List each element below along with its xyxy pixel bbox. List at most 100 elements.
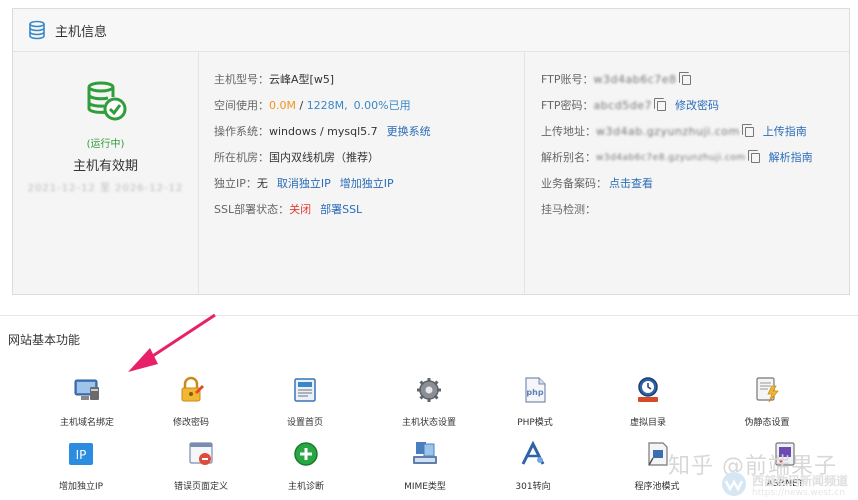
deploy-ssl-link[interactable]: 部署SSL (320, 197, 362, 223)
copy-icon[interactable] (678, 72, 691, 85)
resolve-guide-link[interactable]: 解析指南 (769, 145, 813, 171)
functions-title: 网站基本功能 (8, 333, 81, 347)
west-site-name: 西部数码新闻频道 (752, 474, 849, 488)
cancel-ip-link[interactable]: 取消独立IP (277, 171, 331, 197)
func-label: 主机诊断 (287, 482, 324, 492)
func-error-pages[interactable]: 错误页面定义 (151, 440, 251, 492)
ip-value: 无 (256, 177, 268, 190)
ftp-account-value: w3d4ab6c7e8 (593, 73, 677, 86)
server-running-icon (87, 81, 127, 121)
beian-label: 业务备案码： (541, 177, 607, 190)
os-row: 操作系统： windows / mysql5.7 更换系统 (214, 119, 524, 145)
ip-icon: IP (69, 443, 93, 465)
space-row: 空间使用： 0.0M / 1228M, 0.00%已用 (214, 93, 524, 119)
mime-icon (413, 442, 437, 464)
change-os-link[interactable]: 更换系统 (387, 119, 431, 145)
validity-label: 主机有效期 (72, 159, 138, 174)
copy-icon[interactable] (747, 150, 760, 163)
host-info-panel: 主机信息 (运行中) 主机有效期 2021-12-12 至 2026-12-12… (12, 8, 850, 295)
upload-address-row: 上传地址： w3d4ab.gzyunzhuji.com 上传指南 (541, 119, 852, 145)
func-php-mode[interactable]: php PHP模式 (485, 376, 585, 428)
model-row: 主机型号： 云峰A型[w5] (214, 67, 524, 93)
svg-text:php: php (526, 388, 543, 397)
homepage-doc-icon (294, 378, 316, 402)
func-change-password[interactable]: 修改密码 (141, 376, 241, 428)
trojan-label: 挂马检测： (541, 203, 596, 216)
func-label: 主机域名绑定 (59, 418, 114, 428)
func-label: 虚拟目录 (629, 418, 666, 428)
func-label: 设置首页 (286, 418, 323, 428)
password-lock-icon (181, 376, 204, 402)
trojan-row: 挂马检测： (541, 197, 852, 223)
west-logo-icon (722, 472, 746, 496)
ip-label: 独立IP： (214, 177, 257, 190)
func-redirect-301[interactable]: 301转向 (483, 440, 583, 492)
panel-header: 主机信息 (13, 9, 849, 52)
func-label: MIME类型 (404, 482, 446, 492)
func-set-homepage[interactable]: 设置首页 (255, 376, 355, 428)
space-separator: / (295, 99, 307, 112)
running-status: (运行中) (86, 139, 125, 150)
beian-row: 业务备案码： 点击查看 (541, 171, 852, 197)
upload-address-value: w3d4ab.gzyunzhuji.com (596, 125, 740, 138)
func-host-status[interactable]: 主机状态设置 (379, 376, 479, 428)
svg-text:IP: IP (76, 448, 87, 462)
add-ip-link[interactable]: 增加独立IP (340, 171, 394, 197)
model-value: 云峰A型[w5] (269, 73, 335, 86)
func-rewrite[interactable]: 伪静态设置 (717, 376, 817, 428)
alias-label: 解析别名： (541, 151, 596, 164)
ssl-label: SSL部署状态： (214, 203, 290, 216)
validity-range: 2021-12-12 至 2026-12-12 (27, 183, 184, 194)
upload-address-label: 上传地址： (541, 125, 596, 138)
func-label: 主机状态设置 (401, 418, 456, 428)
alias-row: 解析别名： w3d4ab6c7e8.gzyunzhuji.com 解析指南 (541, 145, 852, 171)
space-total: 1228M, (306, 99, 348, 112)
func-label: 程序池模式 (634, 482, 680, 492)
func-label: 伪静态设置 (744, 418, 790, 428)
func-label: 修改密码 (172, 418, 209, 428)
os-value: windows / mysql5.7 (269, 125, 378, 138)
ssl-status: 关闭 (289, 203, 312, 216)
space-percent: 0.00%已用 (353, 99, 411, 112)
ip-row: 独立IP： 无 取消独立IP 增加独立IP (214, 171, 524, 197)
error-page-icon (189, 442, 213, 465)
diagnose-plus-icon (294, 442, 318, 466)
copy-icon[interactable] (654, 98, 667, 111)
ftp-account-label: FTP账号： (541, 73, 594, 86)
rewrite-doc-icon (756, 377, 779, 403)
model-label: 主机型号： (214, 73, 269, 86)
ftp-password-label: FTP密码： (541, 99, 594, 112)
west-site-url: https://news.west.cn (752, 488, 846, 498)
change-password-link[interactable]: 修改密码 (675, 93, 719, 119)
domain-bind-icon (74, 379, 99, 400)
ftp-account-row: FTP账号： w3d4ab6c7e8 (541, 67, 852, 93)
func-label: 增加独立IP (58, 482, 104, 492)
section-divider (0, 315, 858, 316)
func-label: 301转向 (515, 482, 551, 492)
func-domain-bind[interactable]: 主机域名绑定 (37, 376, 137, 428)
panel-title: 主机信息 (55, 24, 108, 40)
func-add-ip[interactable]: IP 增加独立IP (31, 440, 131, 492)
ftp-column: FTP账号： w3d4ab6c7e8 FTP密码： abcd5de7 修改密码 … (524, 51, 852, 294)
host-details-column: 主机型号： 云峰A型[w5] 空间使用： 0.0M / 1228M, 0.00%… (214, 67, 524, 223)
ftp-password-value: abcd5de7 (593, 99, 653, 112)
func-mime[interactable]: MIME类型 (375, 440, 475, 492)
func-diagnose[interactable]: 主机诊断 (256, 440, 356, 492)
room-label: 所在机房： (214, 151, 269, 164)
ssl-row: SSL部署状态： 关闭 部署SSL (214, 197, 524, 223)
host-status-column: (运行中) 主机有效期 2021-12-12 至 2026-12-12 (13, 51, 199, 294)
room-row: 所在机房： 国内双线机房（推荐） (214, 145, 524, 171)
func-virtual-dir[interactable]: 虚拟目录 (598, 376, 698, 428)
os-label: 操作系统： (214, 125, 269, 138)
alias-value: w3d4ab6c7e8.gzyunzhuji.com (596, 153, 746, 163)
copy-icon[interactable] (741, 124, 754, 137)
app-pool-icon (648, 442, 668, 466)
upload-guide-link[interactable]: 上传指南 (763, 119, 807, 145)
space-label: 空间使用： (214, 99, 269, 112)
beian-view-link[interactable]: 点击查看 (609, 171, 653, 197)
func-label: 错误页面定义 (173, 482, 228, 492)
ftp-password-row: FTP密码： abcd5de7 修改密码 (541, 93, 852, 119)
func-label: PHP模式 (517, 418, 553, 428)
virtual-dir-icon (638, 377, 658, 402)
database-icon (29, 20, 45, 40)
